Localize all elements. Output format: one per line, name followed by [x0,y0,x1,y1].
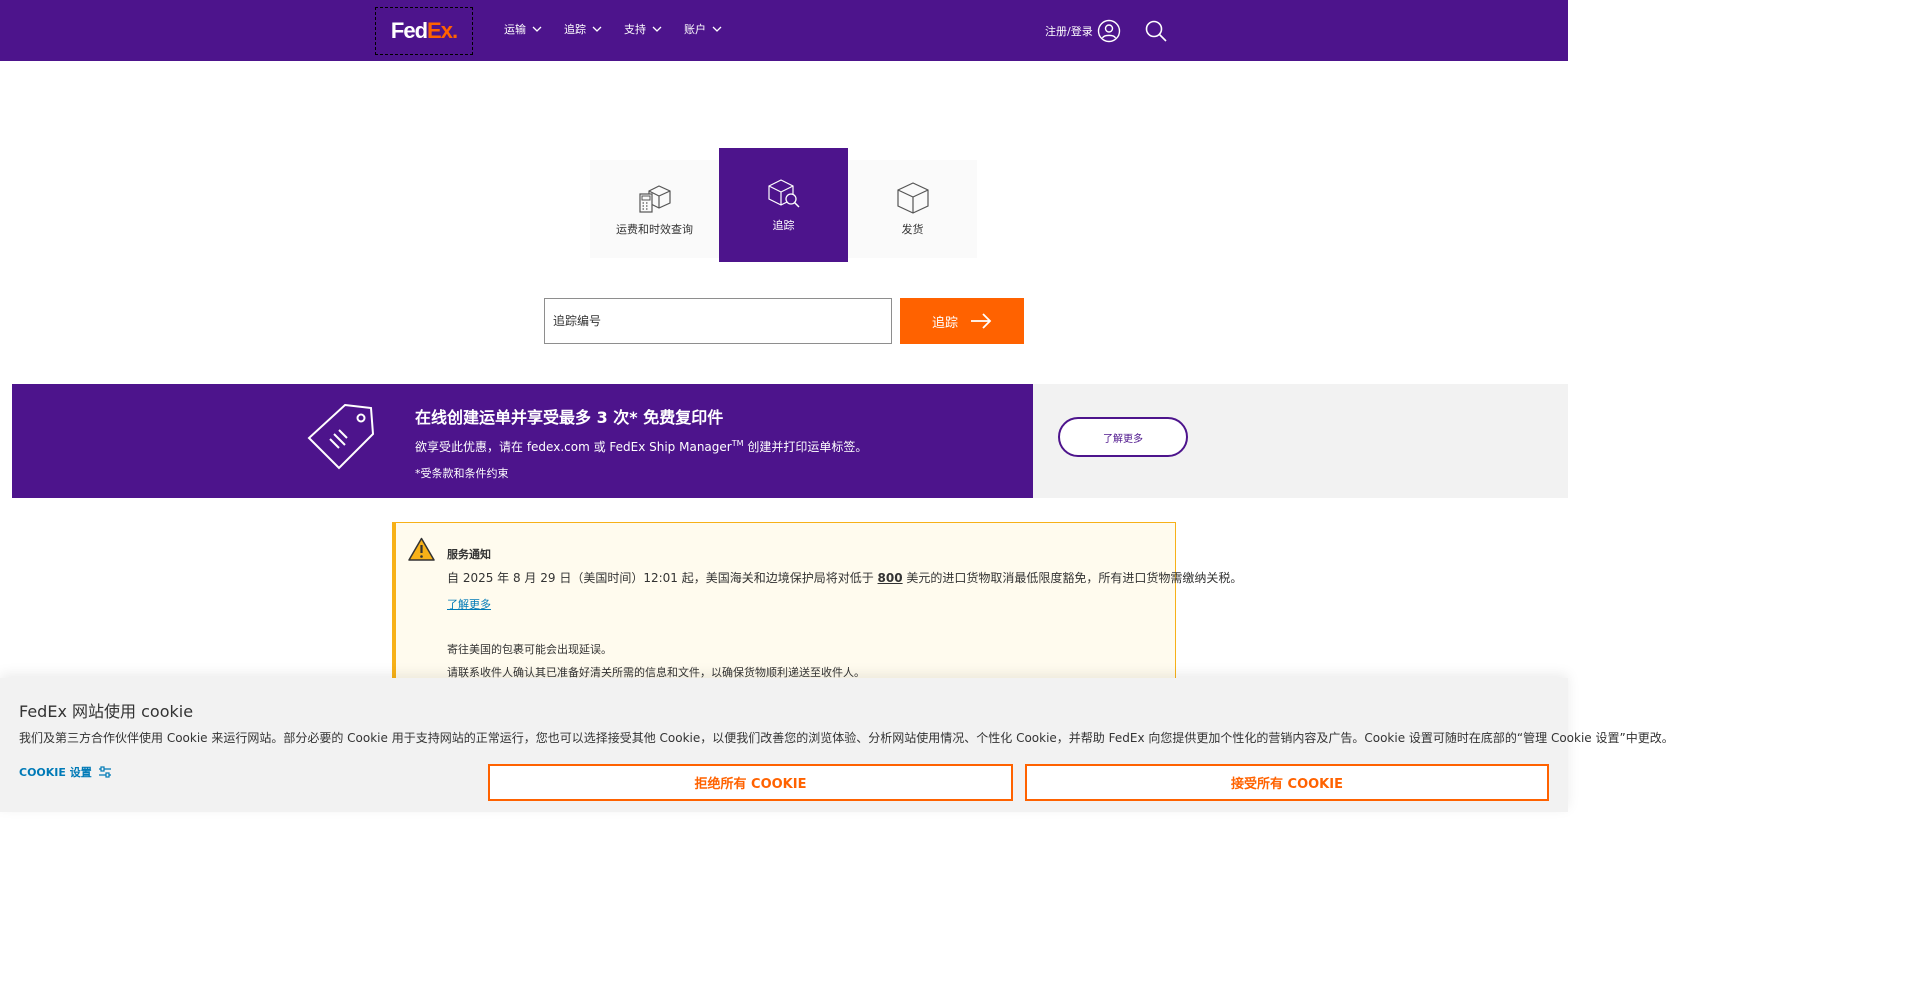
calculator-box-icon [638,185,671,213]
nav-item-label: 账户 [684,23,706,36]
nav-item-shipping[interactable]: 运输 [504,21,542,37]
tab-label: 运费和时效查询 [616,223,693,236]
reject-all-cookies-button[interactable]: 拒绝所有 COOKIE [488,764,1013,801]
track-button[interactable]: 追踪 [900,298,1024,344]
nav-item-tracking[interactable]: 追踪 [564,21,602,37]
accept-all-cookies-button[interactable]: 接受所有 COOKIE [1025,764,1549,801]
price-tag-icon [307,403,375,470]
nav-item-account[interactable]: 账户 [684,21,722,37]
main-nav: 运输 追踪 支持 账户 [504,21,744,37]
sliders-icon [98,766,111,778]
action-tabs: 运费和时效查询 追踪 发货 [590,148,977,262]
track-button-label: 追踪 [931,315,958,331]
fedex-logo: FedEx. [390,18,458,43]
chevron-down-icon [592,26,602,32]
cookie-description: 我们及第三方合作伙伴使用 Cookie 来运行网站。部分必要的 Cookie 用… [19,731,1674,745]
promo-title: 在线创建运单并享受最多 3 次* 免费复印件 [415,408,724,427]
cookie-settings-label: COOKIE 设置 [19,766,92,779]
nav-item-label: 运输 [504,23,526,36]
learn-more-button[interactable]: 了解更多 [1058,417,1188,457]
tracking-number-input[interactable] [544,298,892,344]
chevron-down-icon [652,26,662,32]
warning-icon [408,537,435,561]
chevron-down-icon [712,26,722,32]
tab-rate-quote[interactable]: 运费和时效查询 [590,160,719,258]
nav-item-label: 追踪 [564,23,586,36]
nav-item-label: 支持 [624,23,646,36]
tab-track[interactable]: 追踪 [719,148,848,262]
nav-item-support[interactable]: 支持 [624,21,662,37]
alert-learn-more-link[interactable]: 了解更多 [447,596,491,612]
box-icon [896,182,929,214]
tab-label: 发货 [901,223,924,236]
box-search-icon [767,179,800,208]
fedex-logo-link[interactable]: FedEx. [375,7,473,55]
alert-text: 自 2025 年 8 月 29 日（美国时间）12:01 起，美国海关和边境保护… [447,571,1243,585]
chevron-down-icon [532,26,542,32]
promo-description: 欲享受此优惠，请在 fedex.com 或 FedEx Ship Manager… [415,439,868,454]
tab-ship[interactable]: 发货 [848,160,977,258]
search-icon [1145,20,1167,42]
promo-note: *受条款和条件约束 [415,467,509,480]
alert-delay-notice: 寄往美国的包裹可能会出现延误。 [447,643,612,656]
user-icon [1097,19,1120,43]
header-search-button[interactable] [1144,19,1168,43]
tab-label: 追踪 [772,219,795,232]
login-label: 注册/登录 [1045,25,1093,38]
arrow-right-icon [971,313,992,329]
login-link[interactable]: 注册/登录 [1045,19,1121,43]
alert-title: 服务通知 [447,548,491,561]
cookie-settings-link[interactable]: COOKIE 设置 [19,764,112,780]
site-header [0,0,1568,61]
cookie-title: FedEx 网站使用 cookie [19,702,194,721]
